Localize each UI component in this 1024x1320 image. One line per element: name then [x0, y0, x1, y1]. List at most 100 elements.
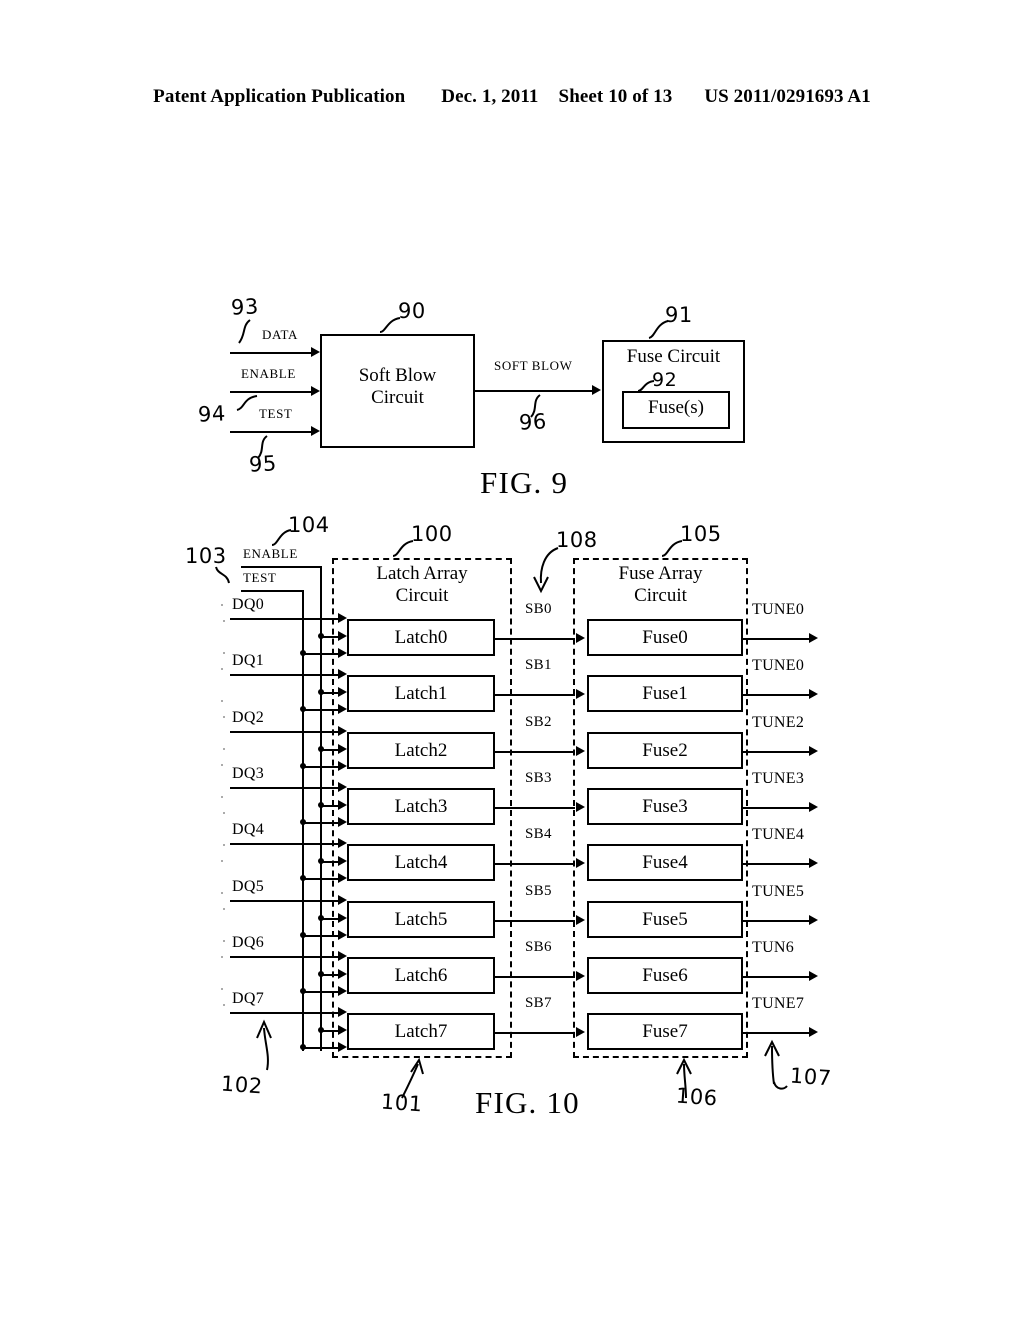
dq-line-5 — [230, 900, 340, 902]
tune-arrowhead-5 — [809, 915, 818, 925]
enable-arrowhead-2 — [338, 744, 347, 754]
enable-arrowhead-6 — [338, 969, 347, 979]
leader-102 — [256, 1019, 272, 1071]
dq-label-2: DQ2 — [232, 709, 265, 726]
latch-array-title: Latch Array Circuit — [332, 563, 512, 606]
tune-label-6: TUN6 — [752, 939, 795, 956]
figure-9-caption: FIG. 9 — [480, 465, 569, 500]
ref-106: 106 — [675, 1083, 719, 1111]
scan-dot — [221, 668, 223, 670]
scan-dot — [223, 940, 225, 942]
enable-tap-3 — [320, 805, 340, 807]
enable-arrowhead-4 — [338, 856, 347, 866]
sb-arrowhead-3 — [576, 802, 585, 812]
fuse-array-line2: Circuit — [634, 584, 687, 606]
scan-dot — [221, 700, 223, 702]
patent-page: Patent Application Publication Dec. 1, 2… — [0, 0, 1024, 1320]
tune-arrowhead-6 — [809, 971, 818, 981]
latch-label-3: Latch3 — [394, 796, 448, 817]
scan-dot — [223, 1004, 225, 1006]
signal-line-data — [230, 352, 313, 354]
sb-arrowhead-2 — [576, 746, 585, 756]
scan-dot — [221, 956, 223, 958]
enable-arrowhead-5 — [338, 913, 347, 923]
scan-dot — [221, 892, 223, 894]
header-docket-number: US 2011/0291693 A1 — [704, 86, 871, 107]
leader-90 — [379, 317, 401, 333]
soft-blow-line1: Soft Blow — [358, 365, 437, 386]
control-label-enable: ENABLE — [243, 546, 298, 561]
sb-label-1: SB1 — [525, 657, 552, 673]
tune-label-7: TUNE7 — [752, 995, 805, 1012]
tune-line-4 — [743, 863, 811, 865]
arrowhead-soft-blow — [592, 385, 601, 395]
leader-100 — [392, 540, 414, 557]
test-arrowhead-6 — [338, 986, 347, 996]
control-label-test: TEST — [243, 570, 277, 585]
enable-arrowhead-7 — [338, 1025, 347, 1035]
latch-array-line1: Latch Array — [376, 563, 468, 584]
tune-label-5: TUNE5 — [752, 883, 805, 900]
fuse-label-3: Fuse3 — [642, 796, 688, 817]
signal-line-soft-blow — [475, 390, 594, 392]
scan-dot — [223, 716, 225, 718]
tune-line-5 — [743, 920, 811, 922]
tune-line-3 — [743, 807, 811, 809]
test-bus-horizontal — [241, 590, 304, 592]
enable-arrowhead-1 — [338, 687, 347, 697]
latch-label-0: Latch0 — [394, 627, 448, 648]
test-tap-2 — [302, 766, 340, 768]
sb-label-3: SB3 — [525, 770, 552, 786]
enable-tap-1 — [320, 692, 340, 694]
publication-header: Patent Application Publication Dec. 1, 2… — [0, 86, 1024, 108]
tune-arrowhead-4 — [809, 858, 818, 868]
dq-label-0: DQ0 — [232, 596, 265, 613]
scan-dot — [221, 604, 223, 606]
sb-line-5 — [495, 920, 575, 922]
ref-105: 105 — [680, 522, 722, 546]
ref-101: 101 — [380, 1089, 424, 1117]
block-soft-blow-circuit-label: Soft Blow Circuit — [320, 365, 475, 408]
enable-bus-horizontal — [241, 566, 322, 568]
enable-arrowhead-3 — [338, 800, 347, 810]
dq-line-6 — [230, 956, 340, 958]
tune-label-0: TUNE0 — [752, 601, 805, 618]
scan-dot — [223, 844, 225, 846]
sb-line-6 — [495, 976, 575, 978]
sb-line-2 — [495, 751, 575, 753]
signal-label-soft-blow: SOFT BLOW — [494, 358, 573, 373]
test-tap-1 — [302, 709, 340, 711]
ref-95: 95 — [248, 451, 278, 477]
test-tap-3 — [302, 822, 340, 824]
ref-100: 100 — [411, 522, 453, 546]
sb-arrowhead-6 — [576, 971, 585, 981]
sb-arrowhead-4 — [576, 858, 585, 868]
tune-arrowhead-2 — [809, 746, 818, 756]
soft-blow-line2: Circuit — [371, 386, 424, 408]
dq-line-1 — [230, 674, 340, 676]
header-sheet: Sheet 10 of 13 — [558, 86, 673, 107]
fuse-label-1: Fuse1 — [642, 683, 688, 704]
tune-line-0 — [743, 638, 811, 640]
scan-dot — [221, 988, 223, 990]
dq-label-7: DQ7 — [232, 990, 265, 1007]
arrowhead-data — [311, 347, 320, 357]
test-arrowhead-7 — [338, 1042, 347, 1052]
test-arrowhead-3 — [338, 817, 347, 827]
dq-line-2 — [230, 731, 340, 733]
test-tap-0 — [302, 653, 340, 655]
tune-arrowhead-0 — [809, 633, 818, 643]
ref-107: 107 — [789, 1063, 833, 1091]
latch-label-7: Latch7 — [394, 1021, 448, 1042]
fuse-label-6: Fuse6 — [642, 965, 688, 986]
scan-dot — [223, 652, 225, 654]
dq-arrowhead-0 — [338, 613, 347, 623]
sb-line-0 — [495, 638, 575, 640]
sb-line-3 — [495, 807, 575, 809]
tune-arrowhead-1 — [809, 689, 818, 699]
fuse-array-line1: Fuse Array — [618, 563, 703, 584]
dq-arrowhead-2 — [338, 726, 347, 736]
test-tap-7 — [302, 1047, 340, 1049]
sb-line-1 — [495, 694, 575, 696]
leader-91 — [648, 320, 669, 339]
